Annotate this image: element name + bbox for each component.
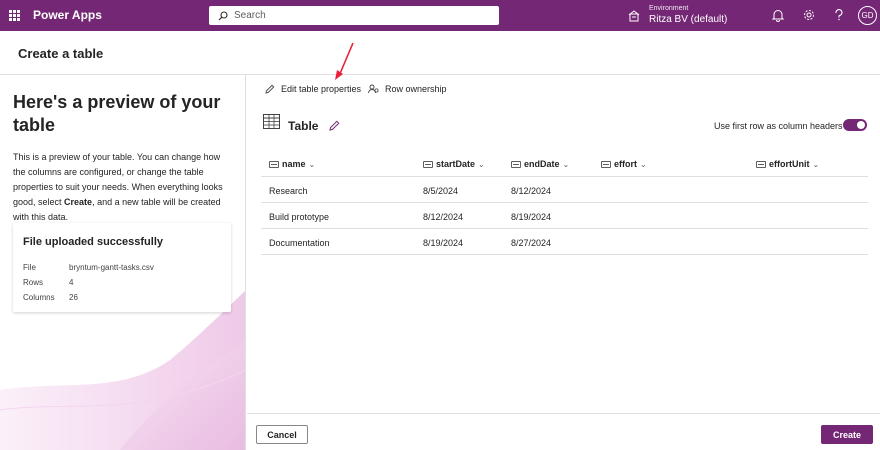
data-grid: name ⌄ startDate ⌄ endDate ⌄ effort ⌄ ef… [261,151,868,255]
search-placeholder: Search [234,10,266,21]
grid-header-row: name ⌄ startDate ⌄ endDate ⌄ effort ⌄ ef… [261,151,868,177]
edit-table-name-icon[interactable] [329,120,340,131]
column-label: name [282,159,306,169]
column-label: effort [614,159,637,169]
column-header-effortunit[interactable]: effortUnit ⌄ [756,159,819,169]
file-value: bryntum-gantt-tasks.csv [69,263,154,272]
chevron-down-icon: ⌄ [640,160,647,169]
environment-label: Environment [649,5,688,12]
column-header-enddate[interactable]: endDate ⌄ [511,159,569,169]
column-label: effortUnit [769,159,810,169]
edit-table-properties-button[interactable]: Edit table properties [265,84,361,94]
chevron-down-icon: ⌄ [309,160,316,169]
edit-table-properties-label: Edit table properties [281,84,361,94]
cell-name: Research [269,186,308,196]
search-box[interactable]: Search [209,6,499,25]
rows-key: Rows [23,278,43,287]
help-icon[interactable] [834,9,844,21]
top-bar: Power Apps Search Environment Ritza BV (… [0,0,880,31]
cell-enddate: 8/27/2024 [511,238,551,248]
preview-heading: Here's a preview of your table [13,91,228,137]
columns-value: 26 [69,293,78,302]
column-label: endDate [524,159,560,169]
chevron-down-icon: ⌄ [478,160,485,169]
chevron-down-icon: ⌄ [813,160,820,169]
chevron-down-icon: ⌄ [563,160,570,169]
app-name[interactable]: Power Apps [33,8,102,22]
page-title: Create a table [18,46,103,61]
annotation-arrow-icon [330,40,360,85]
table-icon [263,114,280,129]
rows-value: 4 [69,278,73,287]
first-row-headers-label: Use first row as column headers [714,121,843,131]
calendar-type-icon [511,161,521,168]
toggle-knob [857,121,865,129]
preview-description: This is a preview of your table. You can… [13,150,235,225]
waffle-icon[interactable] [9,10,20,21]
text-type-icon [601,161,611,168]
people-icon [368,84,379,94]
cell-name: Build prototype [269,212,329,222]
cell-startdate: 8/5/2024 [423,186,458,196]
table-row: Research 8/5/2024 8/12/2024 [261,177,868,203]
cell-enddate: 8/19/2024 [511,212,551,222]
column-label: startDate [436,159,475,169]
column-header-effort[interactable]: effort ⌄ [601,159,647,169]
columns-key: Columns [23,293,55,302]
page-header: Create a table [0,31,880,75]
row-ownership-label: Row ownership [385,84,447,94]
cell-startdate: 8/19/2024 [423,238,463,248]
cell-enddate: 8/12/2024 [511,186,551,196]
environment-name[interactable]: Ritza BV (default) [649,14,727,25]
upload-status-card: File uploaded successfully File bryntum-… [13,223,231,312]
preview-panel: Here's a preview of your table This is a… [0,75,246,450]
cell-name: Documentation [269,238,330,248]
file-key: File [23,263,36,272]
cell-startdate: 8/12/2024 [423,212,463,222]
table-editor: Edit table properties Row ownership Tabl… [247,75,880,413]
environment-icon[interactable] [628,10,640,22]
column-header-name[interactable]: name ⌄ [269,159,315,169]
avatar[interactable]: GD [858,6,877,25]
search-icon [218,11,228,21]
text-type-icon [756,161,766,168]
table-row: Documentation 8/19/2024 8/27/2024 [261,229,868,255]
column-header-startdate[interactable]: startDate ⌄ [423,159,485,169]
bell-icon[interactable] [772,9,784,22]
gear-icon[interactable] [803,9,815,21]
card-title: File uploaded successfully [23,236,163,248]
create-button[interactable]: Create [821,425,873,444]
first-row-headers-toggle[interactable] [843,119,867,131]
text-type-icon [269,161,279,168]
calendar-type-icon [423,161,433,168]
pencil-icon [265,84,275,94]
cancel-button[interactable]: Cancel [256,425,308,444]
table-row: Build prototype 8/12/2024 8/19/2024 [261,203,868,229]
table-name: Table [288,119,318,133]
footer-bar: Cancel Create [247,413,880,450]
row-ownership-button[interactable]: Row ownership [368,84,447,94]
